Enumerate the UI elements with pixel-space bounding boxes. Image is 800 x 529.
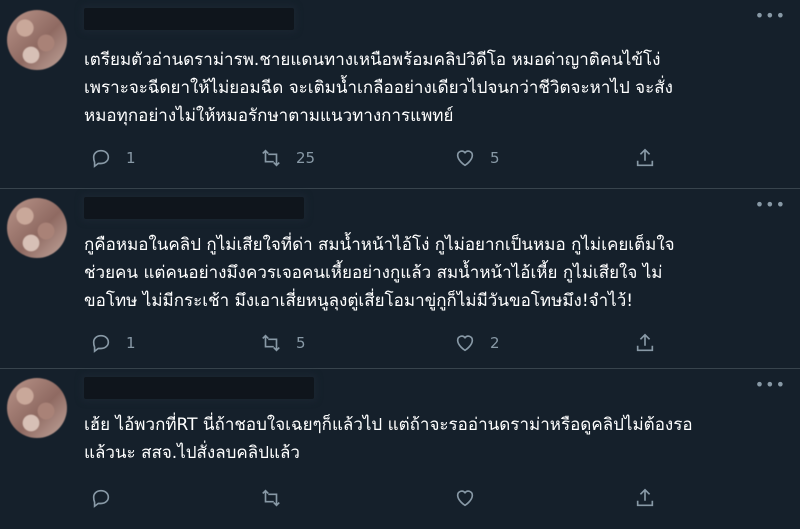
- share-icon: [636, 148, 654, 167]
- retweet-button[interactable]: [260, 486, 282, 510]
- redacted-username: [84, 377, 314, 399]
- more-options-icon[interactable]: •••: [755, 6, 786, 25]
- reply-icon: [92, 489, 110, 508]
- retweet-button[interactable]: 25: [260, 146, 315, 170]
- retweet-count: 5: [296, 334, 306, 352]
- retweet-icon: [262, 149, 280, 167]
- reply-button[interactable]: 1: [90, 331, 136, 355]
- tweet-actions: [84, 486, 684, 510]
- share-button[interactable]: [634, 486, 656, 510]
- reply-count: 1: [126, 334, 136, 352]
- more-options-icon[interactable]: •••: [755, 195, 786, 214]
- retweet-icon: [262, 489, 280, 507]
- redacted-username: [84, 197, 304, 219]
- tweet-actions: 1 25 5: [84, 146, 684, 170]
- reply-icon: [92, 334, 110, 353]
- share-icon: [636, 333, 654, 352]
- like-button[interactable]: 5: [454, 146, 500, 170]
- reply-button[interactable]: 1: [90, 146, 136, 170]
- reply-button[interactable]: [90, 486, 112, 510]
- like-button[interactable]: [454, 486, 476, 510]
- retweet-count: 25: [296, 149, 316, 167]
- retweet-icon: [262, 334, 280, 352]
- tweet-text: กูคือหมอในคลิป กูไม่เสียใจที่ด่า สมน้ำหน…: [84, 235, 675, 311]
- like-count: 5: [490, 149, 500, 167]
- reply-count: 1: [126, 149, 136, 167]
- avatar[interactable]: [7, 198, 67, 258]
- heart-icon: [456, 490, 474, 507]
- share-button[interactable]: [634, 146, 656, 170]
- tweet-text: เตรียมตัวอ่านดราม่ารพ.ชายแดนทางเหนือพร้อ…: [84, 50, 673, 126]
- tweet-text: เฮ้ย ไอ้พวกที่RT นี่ถ้าชอบใจเฉยๆก็แล้วไป…: [84, 415, 693, 463]
- heart-icon: [456, 150, 474, 167]
- tweet[interactable]: ••• เตรียมตัวอ่านดราม่ารพ.ชายแดนทางเหนือ…: [0, 0, 800, 189]
- retweet-button[interactable]: 5: [260, 331, 306, 355]
- tweet[interactable]: ••• เฮ้ย ไอ้พวกที่RT นี่ถ้าชอบใจเฉยๆก็แล…: [0, 369, 800, 529]
- tweet[interactable]: ••• กูคือหมอในคลิป กูไม่เสียใจที่ด่า สมน…: [0, 189, 800, 369]
- tweet-actions: 1 5 2: [84, 331, 684, 355]
- heart-icon: [456, 335, 474, 352]
- redacted-username: [84, 8, 294, 30]
- more-options-icon[interactable]: •••: [755, 375, 786, 394]
- like-button[interactable]: 2: [454, 331, 500, 355]
- avatar[interactable]: [7, 10, 67, 70]
- avatar[interactable]: [7, 378, 67, 438]
- reply-icon: [92, 149, 110, 168]
- share-icon: [636, 488, 654, 507]
- like-count: 2: [490, 334, 500, 352]
- share-button[interactable]: [634, 331, 656, 355]
